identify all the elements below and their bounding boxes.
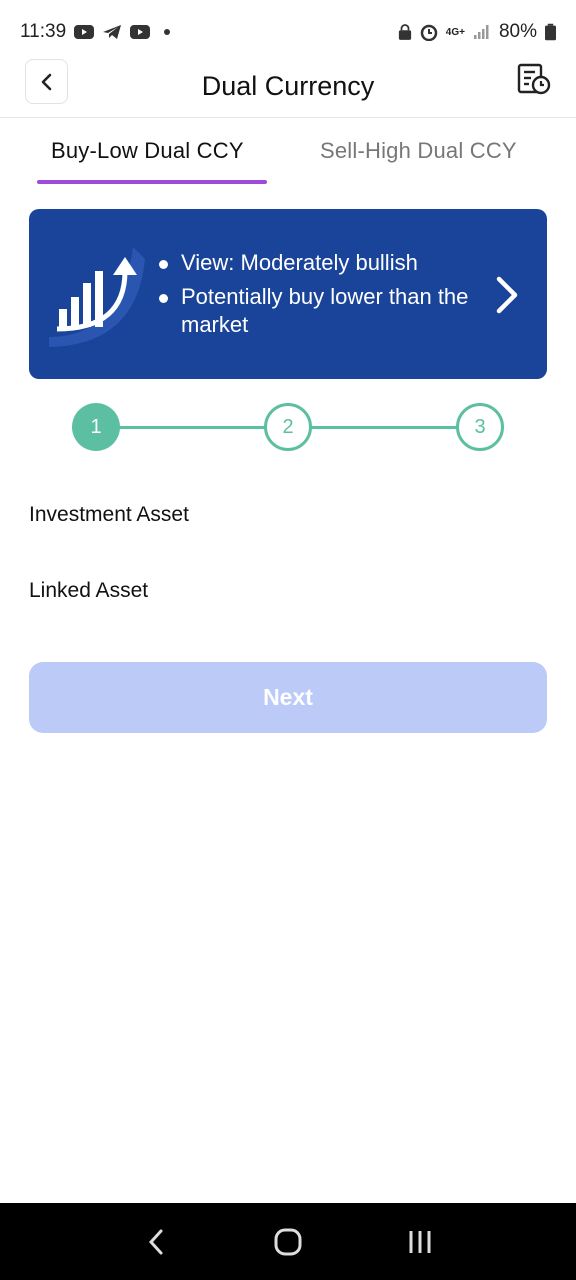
nav-recents-icon [409,1230,431,1253]
network-type: 4G+ [445,26,465,38]
investment-asset-label[interactable]: Investment Asset [29,503,189,527]
alarm-icon [420,24,438,41]
step-connector [310,426,458,429]
lock-icon [398,24,411,40]
nav-home-icon [274,1228,302,1255]
system-nav-bar [0,1203,576,1280]
youtube-icon [74,25,95,39]
step-1: 1 [72,403,120,451]
chevron-left-icon [41,73,51,90]
banner-point: Potentially buy lower than the market [159,283,479,339]
back-button[interactable] [25,59,68,104]
battery-percent: 80% [498,21,537,42]
notification-dot-icon [164,29,171,35]
linked-asset-label[interactable]: Linked Asset [29,579,148,603]
next-button[interactable]: Next [29,662,547,733]
rising-chart-icon [49,247,145,347]
product-tabs: Buy-Low Dual CCY Sell-High Dual CCY [0,138,576,190]
active-tab-indicator [37,180,267,184]
nav-back-icon [148,1229,163,1254]
chevron-right-icon[interactable] [493,275,521,315]
history-button[interactable] [516,62,552,98]
status-time: 11:39 [20,21,67,42]
nav-recents-button[interactable] [400,1222,440,1262]
tab-buy-low[interactable]: Buy-Low Dual CCY [51,138,244,164]
banner-points: View: Moderately bullish Potentially buy… [159,249,479,345]
step-connector [118,426,266,429]
nav-home-button[interactable] [268,1222,308,1262]
nav-back-button[interactable] [136,1222,176,1262]
step-2: 2 [264,403,312,451]
status-bar: 11:39 4G+ 80% [0,0,576,64]
battery-icon [545,23,556,41]
progress-stepper: 1 2 3 [72,403,504,451]
step-3: 3 [456,403,504,451]
youtube-icon [130,25,151,39]
banner-point: View: Moderately bullish [159,249,479,277]
order-history-icon [517,63,551,95]
tab-sell-high[interactable]: Sell-High Dual CCY [320,138,517,164]
page-title: Dual Currency [201,71,375,101]
signal-icon [473,25,489,39]
strategy-banner[interactable]: View: Moderately bullish Potentially buy… [29,209,547,379]
app-header: Dual Currency [0,56,576,118]
telegram-icon [103,25,122,39]
